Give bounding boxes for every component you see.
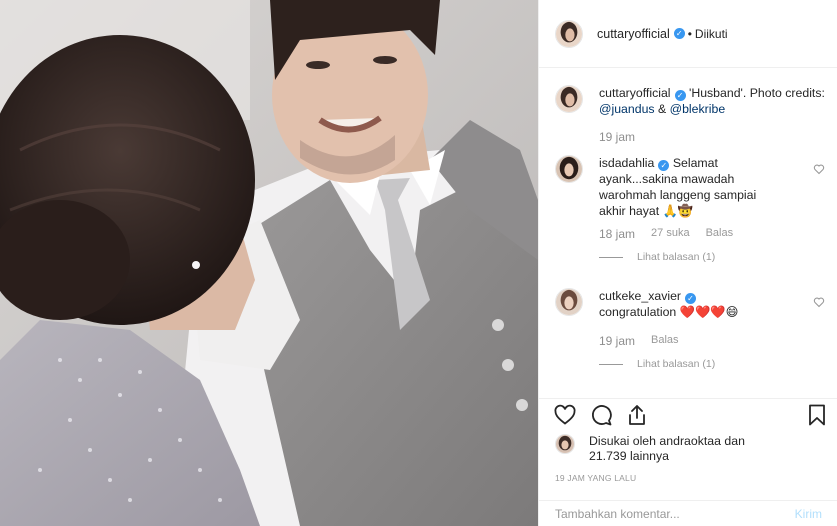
comment-item: isdadahlia ✓ Selamat ayank...sakina mawad… [555,155,825,263]
comment-time[interactable]: 18 jam [599,227,635,241]
comment-meta: 18 jam 27 suka Balas [599,227,825,241]
likes-count-link[interactable]: 21.739 lainnya [589,449,669,463]
add-comment-bar: Kirim [539,500,837,526]
replies-divider [599,363,623,365]
separator-dot: • [687,26,692,41]
verified-badge-icon: ✓ [658,160,670,171]
liker-avatar[interactable] [555,434,575,454]
liked-by-text: Disukai oleh andraoktaa dan 21.739 lainn… [589,434,745,464]
comment-body: congratulation ❤️❤️❤️😄 [599,305,739,319]
liked-by-conjunction: dan [724,434,745,448]
caption: cuttaryofficial ✓ 'Husband'. Photo credit… [555,85,825,144]
mention-link[interactable]: @juandus [599,102,655,116]
reply-button[interactable]: Balas [651,334,679,348]
commenter-avatar[interactable] [555,155,583,183]
liked-by-user-link[interactable]: andraoktaa [659,434,721,448]
view-replies-button[interactable]: Lihat balasan (1) [599,251,825,263]
view-replies-label: Lihat balasan (1) [637,358,716,370]
caption-username[interactable]: cuttaryofficial [599,86,671,100]
verified-badge-icon: ✓ [674,90,686,101]
caption-meta: 19 jam [599,130,825,144]
instagram-post: cuttaryofficial ✓ • Diikuti cuttaryoffic… [0,0,837,526]
comment-time[interactable]: 19 jam [599,334,635,348]
post-photo[interactable] [0,0,538,526]
comment-text: isdadahlia ✓ Selamat ayank...sakina mawad… [599,155,779,219]
post-header: cuttaryofficial ✓ • Diikuti [539,0,837,68]
caption-time[interactable]: 19 jam [599,130,635,144]
caption-author-avatar[interactable] [555,85,583,113]
wedding-photo-image [0,0,538,526]
caption-body: 'Husband'. Photo credits: [688,86,825,100]
comments-list[interactable]: cuttaryofficial ✓ 'Husband'. Photo credit… [539,68,837,398]
comment-username[interactable]: isdadahlia [599,156,654,170]
liked-by-section: Disukai oleh andraoktaa dan 21.739 lainn… [555,434,825,464]
replies-divider [599,256,623,258]
comment-username[interactable]: cutkeke_xavier [599,289,681,303]
comment-likes[interactable]: 27 suka [651,227,690,241]
commenter-avatar[interactable] [555,288,583,316]
share-icon[interactable] [625,403,649,427]
comment-text: cutkeke_xavier ✓ congratulation ❤️❤️❤️😄 [599,288,825,320]
comment-like-heart-icon[interactable] [813,163,825,175]
author-username[interactable]: cuttaryofficial [597,27,670,41]
comment-meta: 19 jam Balas [599,334,825,348]
view-replies-label: Lihat balasan (1) [637,251,716,263]
like-heart-icon[interactable] [553,403,577,427]
comment-item: cutkeke_xavier ✓ congratulation ❤️❤️❤️😄 1… [555,288,825,370]
post-comment-button[interactable]: Kirim [795,507,822,521]
reply-button[interactable]: Balas [706,227,734,241]
caption-amp: & [657,102,667,116]
comment-icon[interactable] [589,403,613,427]
post-side-panel: cuttaryofficial ✓ • Diikuti cuttaryoffic… [538,0,837,526]
follow-status-button[interactable]: Diikuti [695,27,728,41]
action-bar [539,398,837,431]
comment-like-heart-icon[interactable] [813,296,825,308]
liked-by-prefix: Disukai oleh [589,434,656,448]
author-avatar[interactable] [555,19,583,48]
mention-link[interactable]: @blekribe [670,102,726,116]
post-timestamp[interactable]: 19 JAM YANG LALU [555,473,636,483]
caption-text: cuttaryofficial ✓ 'Husband'. Photo credit… [599,85,825,117]
comment-input[interactable] [555,506,755,521]
bookmark-icon[interactable] [805,403,829,427]
view-replies-button[interactable]: Lihat balasan (1) [599,358,825,370]
verified-badge-icon: ✓ [673,28,685,39]
verified-badge-icon: ✓ [685,293,697,304]
